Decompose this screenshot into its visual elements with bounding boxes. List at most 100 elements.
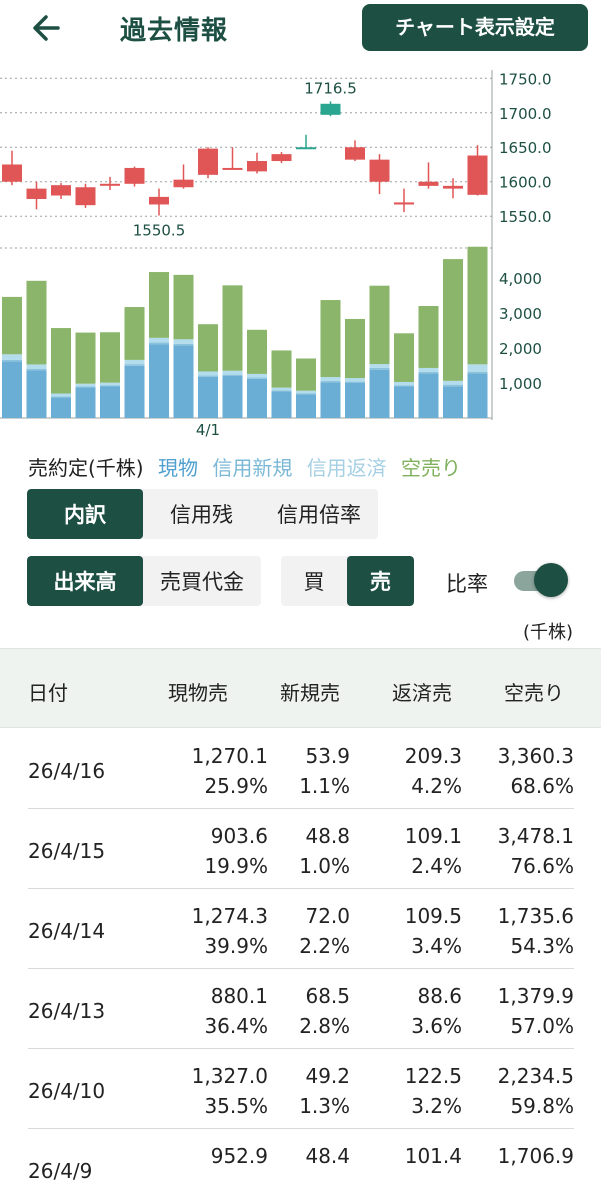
tab-margin-balance[interactable]: 信用残 [143,489,260,539]
volume-bar-karauri [369,285,390,365]
header-genbutsu-sell: 現物売 [168,681,228,705]
cell-value: 68.5 [305,984,350,1008]
table-row[interactable]: 26/4/15 903.6 19.9% 48.8 1.0% 109.1 2.4% 3,478.… [28,809,574,889]
row-cell: 48.8 1.0% [240,821,350,881]
volume-bar-shinyo-shinki [271,390,292,392]
candle-body [149,196,169,205]
header-date: 日付 [28,681,68,705]
chart-settings-button[interactable]: チャート表示設定 [362,4,588,51]
table-row[interactable]: 26/4/10 1,327.0 35.5% 49.2 1.3% 122.5 3.2% 2,23… [28,1049,574,1129]
row-cell: 1,735.6 54.3% [464,901,574,961]
table-row[interactable]: 26/4/13 880.1 36.4% 68.5 2.8% 88.6 3.6% 1,379.9… [28,969,574,1049]
volume-bar-genbutsu [75,387,96,418]
volume-bar-genbutsu [124,365,145,418]
volume-tick-label: 2,000 [499,340,542,358]
candle-body [51,185,71,196]
row-cell: 122.5 3.2% [352,1061,462,1121]
row-cell: 109.5 3.4% [352,901,462,961]
volume-bar-shinyo-hensai [149,337,169,343]
volume-bar-karauri [75,332,96,384]
breakdown-tabs: 内訳 信用残 信用倍率 [27,489,378,539]
row-cell: 2,234.5 59.8% [464,1061,574,1121]
volume-bar-genbutsu [26,370,47,418]
row-cell: 109.1 2.4% [352,821,462,881]
table-row[interactable]: 26/4/9 952.9 48.4 101.4 1,706.9 [28,1129,574,1200]
price-annotation: 1716.5 [304,79,357,97]
table-row[interactable]: 26/4/14 1,274.3 39.9% 72.0 2.2% 109.5 3.4% 1,73… [28,889,574,969]
candle-body [222,167,243,170]
row-date: 26/4/14 [28,919,106,943]
ratio-label: 比率 [446,572,488,596]
volume-bar-genbutsu [467,373,488,418]
cell-percent: 3.4% [411,934,462,958]
volume-bar-genbutsu [443,386,463,418]
tab-margin-ratio[interactable]: 信用倍率 [260,489,378,539]
candle-body [443,185,463,189]
volume-bar-karauri [418,306,439,368]
cell-value: 49.2 [305,1064,350,1088]
row-cell: 3,360.3 68.6% [464,741,574,801]
trading-value-button[interactable]: 売買代金 [143,556,261,606]
chart-legend: 売約定(千株) 現物 信用新規 信用返済 空売り [28,452,469,481]
row-cell: 209.3 4.2% [352,741,462,801]
table-row[interactable]: 26/4/16 1,270.1 25.9% 53.9 1.1% 209.3 4.2% 3,36… [28,729,574,809]
price-tick-label: 1750.0 [499,70,552,88]
volume-bar-shinyo-shinki [124,364,145,366]
sell-button[interactable]: 売 [347,556,414,606]
volume-bar-shinyo-shinki [51,396,71,398]
volume-bar-genbutsu [394,386,414,418]
volume-bar-genbutsu [418,373,439,418]
volume-bar-karauri [26,280,47,365]
volume-bar-shinyo-shinki [75,386,96,388]
cell-value: 101.4 [404,1144,462,1168]
volume-bar-karauri [247,329,267,374]
volume-bar-shinyo-hensai [100,382,120,386]
legend-genbutsu: 現物 [157,456,198,480]
cell-percent: 1.1% [299,774,350,798]
volume-bar-karauri [51,328,71,394]
tab-breakdown[interactable]: 内訳 [27,489,143,539]
candle-body [173,179,194,188]
cell-percent: 1.3% [299,1094,350,1118]
ratio-switch[interactable] [512,563,568,597]
cell-value: 3,478.1 [497,824,574,848]
volume-bar-shinyo-hensai [369,364,390,368]
volume-bar-karauri [296,358,316,391]
cell-value: 72.0 [305,904,350,928]
cell-percent: 3.6% [411,1014,462,1038]
price-tick-label: 1650.0 [499,139,552,157]
volume-bar-shinyo-shinki [296,393,316,395]
volume-bar-karauri [345,318,365,379]
cell-value: 53.9 [305,744,350,768]
price-tick-label: 1700.0 [499,105,552,123]
buy-button[interactable]: 買 [281,556,347,606]
volume-bar-shinyo-hensai [418,367,439,372]
cell-percent: 2.2% [299,934,350,958]
volume-button[interactable]: 出来高 [27,556,143,606]
volume-bar-genbutsu [2,361,22,418]
cell-value: 48.8 [305,824,350,848]
volume-bar-shinyo-shinki [198,375,218,377]
volume-bar-shinyo-hensai [247,373,267,378]
volume-bar-genbutsu [149,344,169,418]
cell-percent: 59.8% [510,1094,574,1118]
row-cell: 1,379.9 57.0% [464,981,574,1041]
candle-body [394,202,414,205]
cell-percent: 3.2% [411,1094,462,1118]
back-button[interactable] [28,8,68,48]
volume-bar-karauri [443,259,463,381]
volume-bar-shinyo-shinki [369,367,390,370]
header-new-sell: 新規売 [280,681,340,705]
cell-percent: 54.3% [510,934,574,958]
volume-bar-karauri [173,274,194,340]
cell-percent: 2.8% [299,1014,350,1038]
cell-value: 48.4 [305,1144,350,1168]
row-cell: 68.5 2.8% [240,981,350,1041]
volume-bar-genbutsu [222,376,243,418]
volume-bar-shinyo-shinki [467,371,488,374]
arrow-left-icon [33,15,60,41]
volume-bar-shinyo-hensai [198,371,218,376]
cell-value: 3,360.3 [497,744,574,768]
cell-value: 2,234.5 [497,1064,574,1088]
cell-percent: 76.6% [510,854,574,878]
